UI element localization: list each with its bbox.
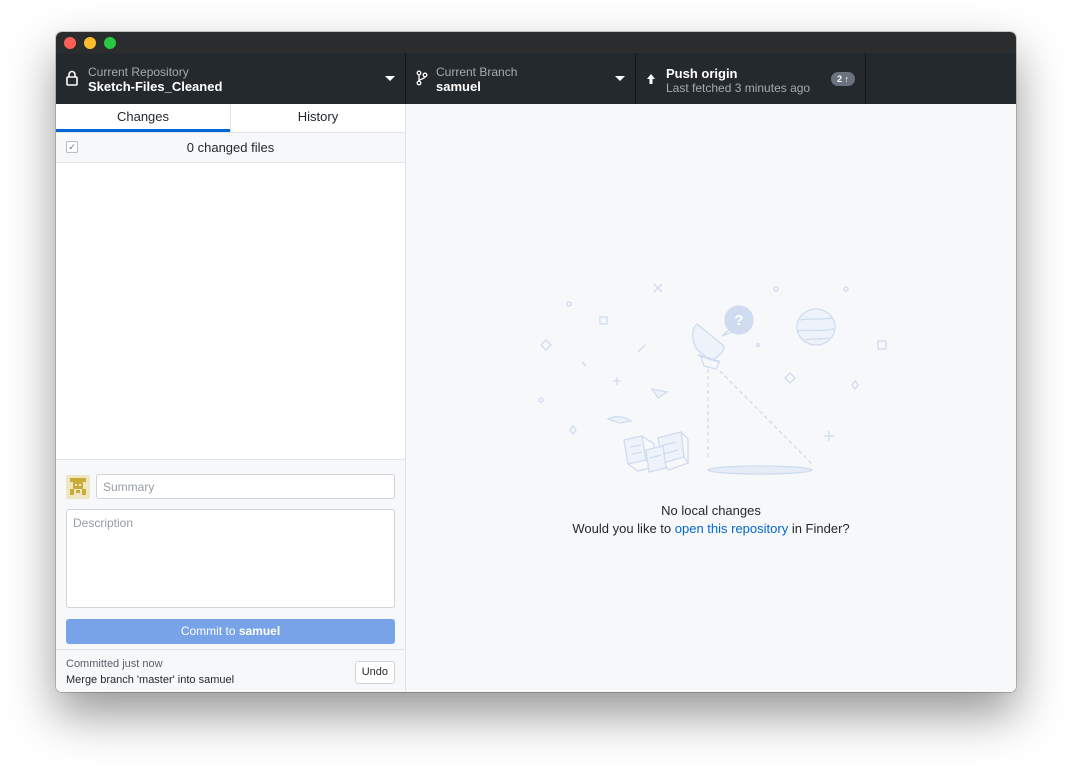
chevron-down-icon <box>385 76 395 81</box>
tab-changes[interactable]: Changes <box>56 104 230 132</box>
branch-name: samuel <box>436 79 481 94</box>
toolbar: Current Repository Sketch-Files_Cleaned … <box>56 53 1016 104</box>
commit-message-area: Commit to samuel <box>56 459 405 650</box>
repository-selector[interactable]: Current Repository Sketch-Files_Cleaned <box>56 53 406 104</box>
close-window-button[interactable] <box>64 37 76 49</box>
commit-button-branch: samuel <box>238 624 281 638</box>
arrow-up-icon <box>646 72 656 90</box>
commit-summary-input[interactable] <box>96 474 395 499</box>
svg-text:?: ? <box>734 312 743 329</box>
last-fetched-text: Last fetched 3 minutes ago <box>666 81 811 95</box>
commit-description-input[interactable] <box>66 509 395 608</box>
zoom-window-button[interactable] <box>104 37 116 49</box>
blank-slate-suffix: in Finder? <box>788 521 850 536</box>
repository-name: Sketch-Files_Cleaned <box>88 79 223 94</box>
app-window: Current Repository Sketch-Files_Cleaned … <box>56 32 1016 692</box>
sidebar: Changes History ✓ 0 changed files Summar… <box>56 104 406 692</box>
changed-files-count: 0 changed files <box>186 140 275 155</box>
last-commit-message: Merge branch 'master' into samuel <box>66 674 235 686</box>
no-changes-illustration: ? <box>538 283 887 475</box>
commit-button-prefix: Commit to <box>180 624 239 638</box>
last-commit-summary: Committed just now Merge branch 'master'… <box>56 649 405 692</box>
last-commit-time: Committed just now <box>66 658 163 670</box>
blank-slate-prefix: Would you like to <box>572 521 675 536</box>
minimize-window-button[interactable] <box>84 37 96 49</box>
blank-slate-message: Would you like to open this repository i… <box>406 521 1016 536</box>
chevron-down-icon <box>615 76 625 81</box>
push-origin-button[interactable]: Push origin Last fetched 3 minutes ago 2… <box>636 53 866 104</box>
tab-history[interactable]: History <box>230 104 405 132</box>
lock-icon <box>66 70 78 91</box>
undo-button[interactable]: Undo <box>354 661 395 684</box>
branch-icon <box>416 70 428 91</box>
changes-header: ✓ 0 changed files <box>56 133 405 163</box>
open-repository-link[interactable]: open this repository <box>675 521 788 536</box>
push-title: Push origin <box>666 66 738 81</box>
blank-slate-title: No local changes <box>661 503 761 518</box>
changed-files-list <box>56 163 405 459</box>
commit-button[interactable]: Commit to samuel <box>66 619 395 644</box>
title-bar <box>56 32 1016 53</box>
main-content: ? No local changes Would you like to ope… <box>406 104 1016 692</box>
repository-label: Current Repository <box>88 65 189 79</box>
branch-label: Current Branch <box>436 65 518 79</box>
ahead-count-badge: 2 ↑ <box>830 72 855 86</box>
branch-selector[interactable]: Current Branch samuel <box>406 53 636 104</box>
avatar <box>66 475 90 499</box>
sidebar-tabs: Changes History <box>56 104 405 133</box>
